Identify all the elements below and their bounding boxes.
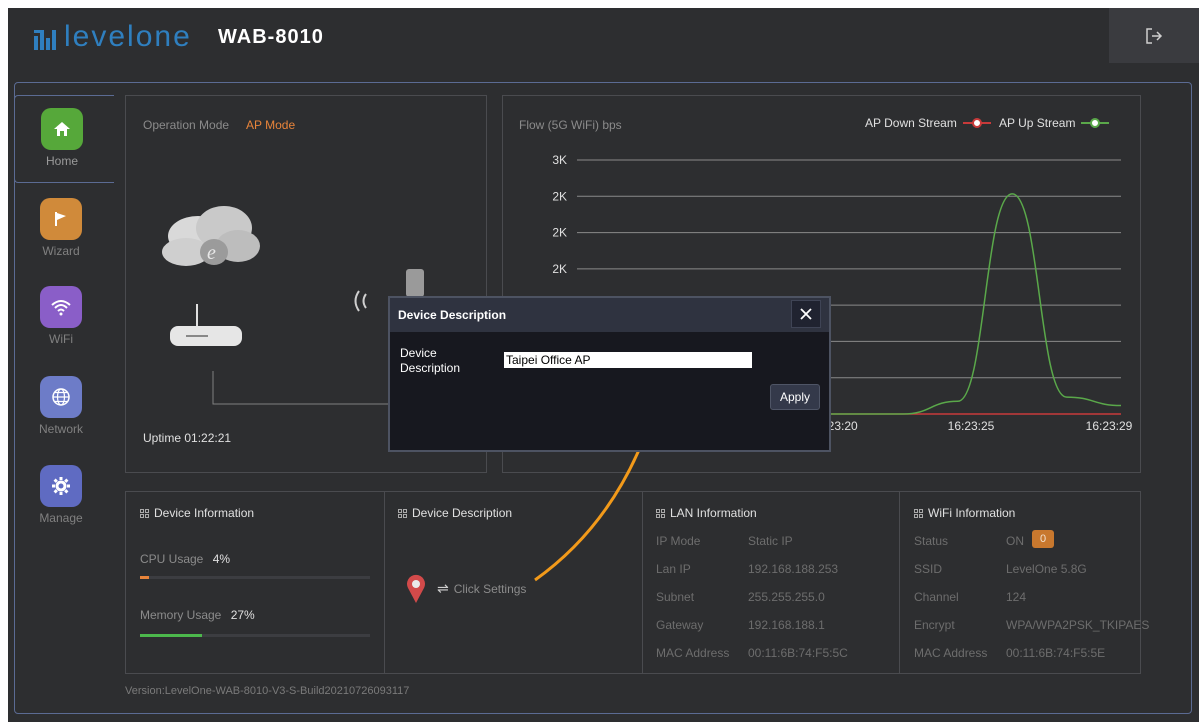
memory-usage-label: Memory Usage 27% [140, 608, 255, 622]
cpu-usage-value: 4% [212, 552, 231, 566]
memory-usage-value: 27% [230, 608, 255, 622]
click-settings-text: Click Settings [453, 581, 527, 596]
sidebar-item-wifi[interactable]: WiFi [14, 274, 112, 358]
cpu-usage-bar [140, 576, 370, 579]
uptime-text: Uptime 01:22:21 [143, 431, 232, 445]
wifi-mac-key: MAC Address [914, 646, 988, 660]
legend-up-stream[interactable]: AP Up Stream [999, 116, 1110, 130]
close-icon [800, 308, 812, 320]
wifi-status-badge: 0 [1032, 530, 1054, 548]
section-title-text: LAN Information [670, 506, 757, 520]
grid-icon [914, 508, 923, 518]
dialog-header: Device Description [390, 298, 829, 332]
wifi-information-title: WiFi Information [914, 506, 1015, 520]
info-panel: Device Information CPU Usage 4% Memory U… [125, 491, 1149, 674]
y-tick-label: 2K [552, 262, 567, 276]
device-description-field-label: Device Description [400, 346, 461, 375]
lan-mac-value: 00:11:6B:74:F5:5C [748, 646, 848, 660]
device-description-title: Device Description [398, 506, 512, 520]
cloud-internet-icon: e [162, 206, 260, 266]
sidebar-item-label: Wizard [42, 244, 80, 258]
globe-icon [40, 376, 82, 418]
wifi-mac-value: 00:11:6B:74:F5:5E [1006, 646, 1106, 660]
location-pin-icon [407, 574, 425, 603]
wifi-ssid-key: SSID [914, 562, 943, 576]
sidebar-item-label: Home [45, 154, 78, 168]
wifi-channel-value: 124 [1006, 590, 1027, 604]
memory-usage-bar-fill [140, 634, 203, 637]
operation-mode-value: AP Mode [246, 118, 296, 132]
y-tick-label: 3K [552, 153, 567, 167]
cpu-usage-bar-fill [140, 576, 150, 579]
x-tick-label: 16:23:29 [1086, 419, 1133, 433]
lan-information-title: LAN Information [656, 506, 757, 520]
section-title-text: Device Information [154, 506, 255, 520]
legend-line-green-icon [1081, 118, 1110, 128]
gear-icon [40, 465, 82, 507]
svg-text:e: e [207, 242, 216, 264]
legend-line-red-icon [962, 118, 991, 128]
apply-button[interactable]: Apply [770, 384, 820, 410]
router-icon [170, 304, 242, 346]
grid-icon [140, 508, 149, 518]
dialog-title: Device Description [398, 308, 507, 322]
wifi-icon [40, 286, 82, 328]
lan-subnet-key: Subnet [656, 590, 695, 604]
y-tick-label: 2K [552, 226, 567, 240]
device-description-dialog: Device Description Device Description Ap… [388, 296, 831, 452]
lan-ip-value: 192.168.188.253 [748, 562, 839, 576]
legend-down-stream[interactable]: AP Down Stream [865, 116, 991, 130]
swap-icon: ⇌ [437, 580, 449, 596]
legend-label: AP Up Stream [999, 116, 1076, 130]
wifi-encrypt-value: WPA/WPA2PSK_TKIPAES [1006, 618, 1150, 632]
wifi-encrypt-key: Encrypt [914, 618, 955, 632]
device-description-input[interactable] [504, 352, 752, 368]
sidebar-item-home[interactable]: Home [14, 95, 114, 183]
flag-icon [40, 198, 82, 240]
lan-ip-key: Lan IP [656, 562, 691, 576]
lan-ip-mode-value: Static IP [748, 534, 793, 548]
wifi-channel-key: Channel [914, 590, 959, 604]
phone-icon [406, 269, 424, 297]
section-title-text: Device Description [412, 506, 513, 520]
click-settings-link[interactable]: ⇌ Click Settings [437, 580, 526, 597]
sidebar-item-label: WiFi [49, 332, 73, 346]
legend-label: AP Down Stream [865, 116, 957, 130]
logout-button[interactable] [1109, 8, 1199, 63]
lan-gateway-value: 192.168.188.1 [748, 618, 825, 632]
sidebar-item-label: Manage [39, 511, 83, 525]
wifi-status-key: Status [914, 534, 949, 548]
device-information-title: Device Information [140, 506, 254, 520]
section-title-text: WiFi Information [928, 506, 1016, 520]
sidebar-item-wizard[interactable]: Wizard [14, 186, 112, 270]
flow-chart-title: Flow (5G WiFi) bps [519, 118, 622, 132]
logo-icon [34, 30, 58, 50]
grid-icon [398, 508, 407, 518]
wifi-ssid-value: LevelOne 5.8G [1006, 562, 1087, 576]
lan-gateway-key: Gateway [656, 618, 704, 632]
app-window: levelone WAB-8010 Home Wizard WiFi Netwo… [8, 8, 1199, 722]
sidebar-item-manage[interactable]: Manage [14, 453, 112, 537]
cpu-usage-label: CPU Usage 4% [140, 552, 231, 566]
wireless-signal-icon [354, 290, 367, 312]
lan-subnet-value: 255.255.255.0 [748, 590, 825, 604]
sidebar-item-label: Network [38, 422, 83, 436]
operation-mode-label: Operation Mode [143, 118, 230, 132]
close-button[interactable] [791, 300, 821, 328]
y-tick-label: 2K [552, 189, 567, 203]
brand-logo-text: levelone [64, 20, 192, 53]
logout-icon [1146, 27, 1163, 44]
memory-usage-bar [140, 634, 370, 637]
version-text: Version:LevelOne-WAB-8010-V3-S-Build2021… [125, 685, 410, 697]
x-tick-label: 16:23:25 [948, 419, 995, 433]
grid-icon [656, 508, 665, 518]
lan-mac-key: MAC Address [656, 646, 730, 660]
lan-ip-mode-key: IP Mode [656, 534, 701, 548]
sidebar-item-network[interactable]: Network [14, 364, 112, 448]
home-icon [41, 108, 83, 150]
header: levelone WAB-8010 [8, 8, 1199, 68]
model-name: WAB-8010 [218, 26, 324, 48]
wifi-status-value: ON [1006, 534, 1024, 548]
